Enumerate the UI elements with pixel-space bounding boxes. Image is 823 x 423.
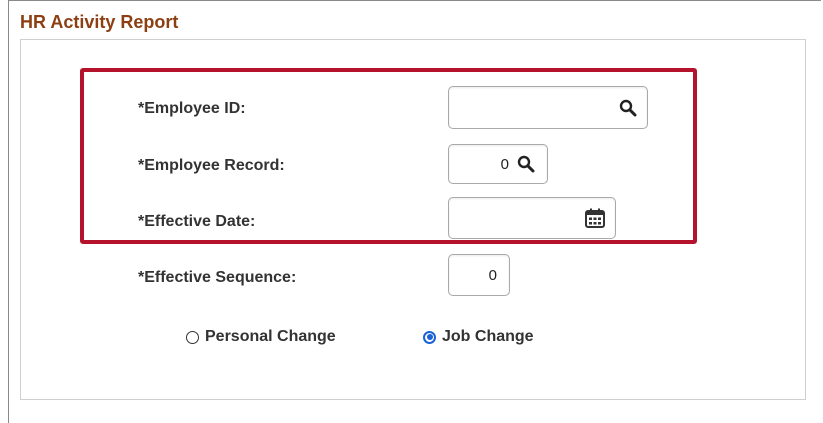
search-icon[interactable] bbox=[517, 155, 535, 173]
job-change-radio[interactable] bbox=[423, 330, 436, 344]
employee-id-field[interactable] bbox=[448, 86, 648, 129]
personal-change-label: Personal Change bbox=[205, 328, 336, 345]
effective-sequence-field[interactable]: 0 bbox=[448, 254, 510, 296]
page-title: HR Activity Report bbox=[20, 12, 179, 32]
effective-sequence-label: *Effective Sequence: bbox=[138, 269, 297, 286]
search-icon[interactable] bbox=[619, 99, 637, 117]
employee-record-label: *Employee Record: bbox=[138, 157, 285, 174]
calendar-icon[interactable] bbox=[584, 207, 606, 229]
employee-record-field[interactable]: 0 bbox=[448, 144, 548, 184]
effective-date-field[interactable] bbox=[448, 197, 616, 239]
employee-record-value: 0 bbox=[500, 156, 509, 173]
personal-change-option[interactable]: Personal Change bbox=[186, 328, 336, 346]
job-change-option[interactable]: Job Change bbox=[423, 328, 534, 346]
employee-id-label: *Employee ID: bbox=[138, 100, 246, 117]
job-change-label: Job Change bbox=[442, 328, 534, 345]
effective-sequence-value: 0 bbox=[488, 267, 497, 284]
effective-date-label: *Effective Date: bbox=[138, 213, 256, 230]
personal-change-radio[interactable] bbox=[186, 330, 199, 344]
